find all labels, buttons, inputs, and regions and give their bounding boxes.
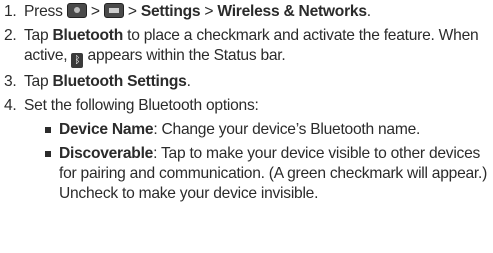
step-end: . bbox=[366, 3, 371, 20]
separator: > bbox=[204, 3, 214, 20]
bluetooth-status-icon: ᛒ bbox=[71, 53, 84, 68]
bullet-square bbox=[45, 151, 51, 157]
bullet-square bbox=[45, 127, 51, 133]
step-number: 3. bbox=[4, 73, 17, 90]
step-text: Press bbox=[24, 3, 63, 20]
settings-term: Settings bbox=[140, 3, 201, 20]
bluetooth-settings-term: Bluetooth Settings bbox=[52, 73, 187, 90]
bluetooth-term: Bluetooth bbox=[52, 27, 124, 44]
step-3: 3. Tap Bluetooth Settings. bbox=[4, 72, 492, 92]
discoverable-term: Discoverable bbox=[59, 145, 154, 162]
instructions-document: 1. Press > > Settings > Wireless & Netwo… bbox=[4, 2, 492, 208]
menu-key-icon bbox=[103, 3, 124, 18]
step-4: 4. Set the following Bluetooth options: … bbox=[4, 96, 492, 204]
bullet-device-name: Device Name: Change your device’s Blueto… bbox=[24, 120, 492, 140]
home-key-icon bbox=[66, 3, 87, 18]
step-text: Set the following Bluetooth options: bbox=[24, 97, 259, 114]
wireless-networks-term: Wireless & Networks bbox=[217, 3, 367, 20]
step-number: 4. bbox=[4, 97, 17, 114]
device-name-term: Device Name bbox=[59, 121, 154, 138]
separator: > bbox=[127, 3, 137, 20]
step-1: 1. Press > > Settings > Wireless & Netwo… bbox=[4, 2, 492, 22]
separator: > bbox=[90, 3, 100, 20]
step-text: Tap bbox=[24, 73, 49, 90]
step-number: 1. bbox=[4, 3, 17, 20]
step-end: . bbox=[186, 73, 191, 90]
bullet-text: : Change your device’s Bluetooth name. bbox=[153, 121, 421, 138]
step-text: appears within the Status bar. bbox=[87, 47, 286, 64]
step-2: 2. Tap Bluetooth to place a checkmark an… bbox=[4, 26, 492, 68]
step-number: 2. bbox=[4, 27, 17, 44]
bullet-discoverable: Discoverable: Tap to make your device vi… bbox=[24, 144, 492, 204]
step-text: Tap bbox=[24, 27, 49, 44]
